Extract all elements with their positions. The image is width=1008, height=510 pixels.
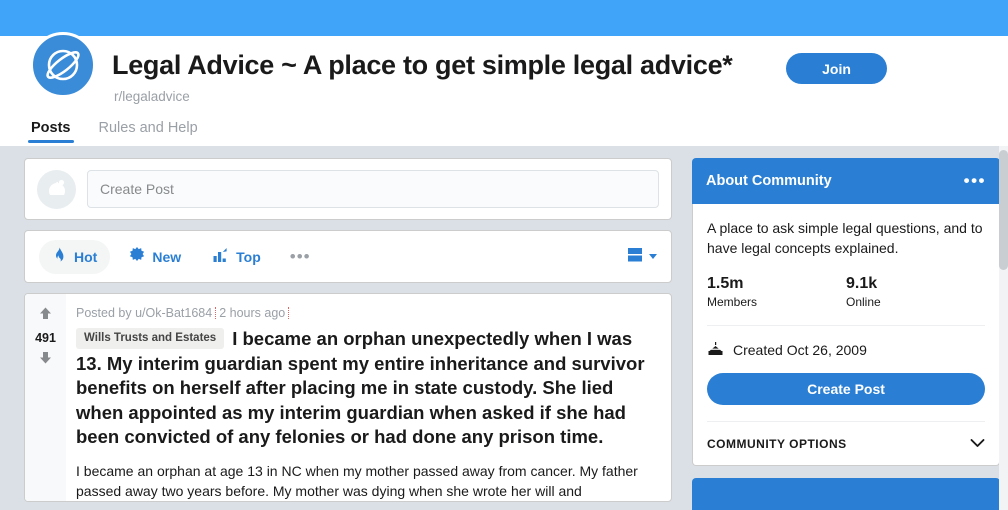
- secondary-panel-header: [692, 477, 1000, 510]
- page-title: Legal Advice ~ A place to get simple leg…: [112, 50, 733, 80]
- sort-hot-label: Hot: [74, 248, 98, 265]
- sort-new-button[interactable]: New: [116, 240, 194, 273]
- main-column: Hot New: [24, 158, 672, 502]
- cake-icon: [707, 340, 724, 360]
- members-label: Members: [707, 294, 758, 309]
- posted-by-label: Posted by: [76, 306, 132, 320]
- create-post-bar: [24, 158, 672, 220]
- view-mode-selector[interactable]: [627, 246, 657, 268]
- planet-icon: [30, 32, 96, 98]
- members-count: 1.5m: [707, 274, 744, 292]
- flame-icon: [52, 247, 67, 267]
- chevron-down-icon: [649, 254, 657, 259]
- post-card[interactable]: 491 Posted by u/Ok-Bat1684 2 hours ago Wi…: [24, 293, 672, 502]
- sort-overflow-button[interactable]: •••: [280, 248, 321, 265]
- meta-separator-2: [288, 307, 290, 319]
- page-scrollbar-thumb[interactable]: [999, 150, 1008, 270]
- sort-top-label: Top: [236, 248, 261, 265]
- community-options-label: COMMUNITY OPTIONS: [707, 436, 847, 451]
- online-count: 9.1k: [846, 274, 878, 292]
- sort-hot-button[interactable]: Hot: [39, 239, 111, 274]
- chevron-down-icon: [970, 437, 985, 451]
- vote-column: 491: [25, 294, 66, 501]
- online-label: Online: [846, 294, 881, 309]
- created-date-text: Created Oct 26, 2009: [733, 341, 867, 358]
- about-community-body: A place to ask simple legal questions, a…: [692, 204, 1000, 466]
- sidebar: About Community ••• A place to ask simpl…: [692, 158, 1000, 510]
- vote-count: 491: [35, 331, 56, 345]
- community-stats: 1.5m Members 9.1k Online: [707, 275, 985, 309]
- created-date-row: Created Oct 26, 2009: [707, 340, 985, 360]
- post-timestamp: 2 hours ago: [219, 306, 286, 320]
- about-community-panel: About Community ••• A place to ask simpl…: [692, 158, 1000, 466]
- post-body: Posted by u/Ok-Bat1684 2 hours ago Wills …: [66, 294, 671, 501]
- secondary-sidebar-panel: [692, 477, 1000, 510]
- more-options-icon[interactable]: •••: [964, 172, 986, 189]
- post-meta: Posted by u/Ok-Bat1684 2 hours ago: [76, 306, 657, 320]
- arrow-up-icon[interactable]: [38, 306, 53, 326]
- about-community-title: About Community: [706, 173, 832, 189]
- sidebar-divider-2: [707, 420, 985, 422]
- community-header: Legal Advice ~ A place to get simple leg…: [0, 32, 1008, 146]
- post-text: I became an orphan at age 13 in NC when …: [76, 462, 638, 499]
- community-options-toggle[interactable]: COMMUNITY OPTIONS: [707, 437, 985, 451]
- tab-rules-and-help[interactable]: Rules and Help: [96, 116, 201, 143]
- community-description: A place to ask simple legal questions, a…: [707, 220, 983, 257]
- burst-icon: [129, 247, 145, 266]
- sort-bar: Hot New Top •••: [24, 230, 672, 283]
- stat-members: 1.5m Members: [707, 275, 846, 309]
- bar-chart-up-icon: [213, 247, 229, 266]
- create-post-input[interactable]: [87, 170, 659, 208]
- sidebar-create-post-button[interactable]: Create Post: [707, 372, 985, 405]
- arrow-down-icon[interactable]: [38, 350, 53, 370]
- snoo-avatar-icon: [37, 169, 76, 209]
- content-area: Hot New: [0, 146, 1008, 510]
- sidebar-divider-1: [707, 324, 985, 326]
- about-community-header: About Community •••: [692, 158, 1000, 204]
- meta-separator-1: [215, 307, 217, 319]
- post-author[interactable]: u/Ok-Bat1684: [135, 306, 212, 320]
- sort-top-button[interactable]: Top: [200, 240, 274, 273]
- join-button[interactable]: Join: [786, 53, 887, 84]
- card-view-icon: [627, 246, 644, 268]
- community-tabs: Posts Rules and Help: [28, 116, 201, 143]
- tab-posts[interactable]: Posts: [28, 116, 74, 143]
- community-banner: [0, 0, 1008, 36]
- community-handle: r/legaladvice: [114, 89, 190, 104]
- sort-new-label: New: [152, 248, 182, 265]
- post-title-row: Wills Trusts and Estates I became an orph…: [76, 327, 657, 450]
- post-flair[interactable]: Wills Trusts and Estates: [76, 328, 225, 350]
- stat-online: 9.1k Online: [846, 275, 985, 309]
- page-root: Legal Advice ~ A place to get simple leg…: [0, 0, 1008, 510]
